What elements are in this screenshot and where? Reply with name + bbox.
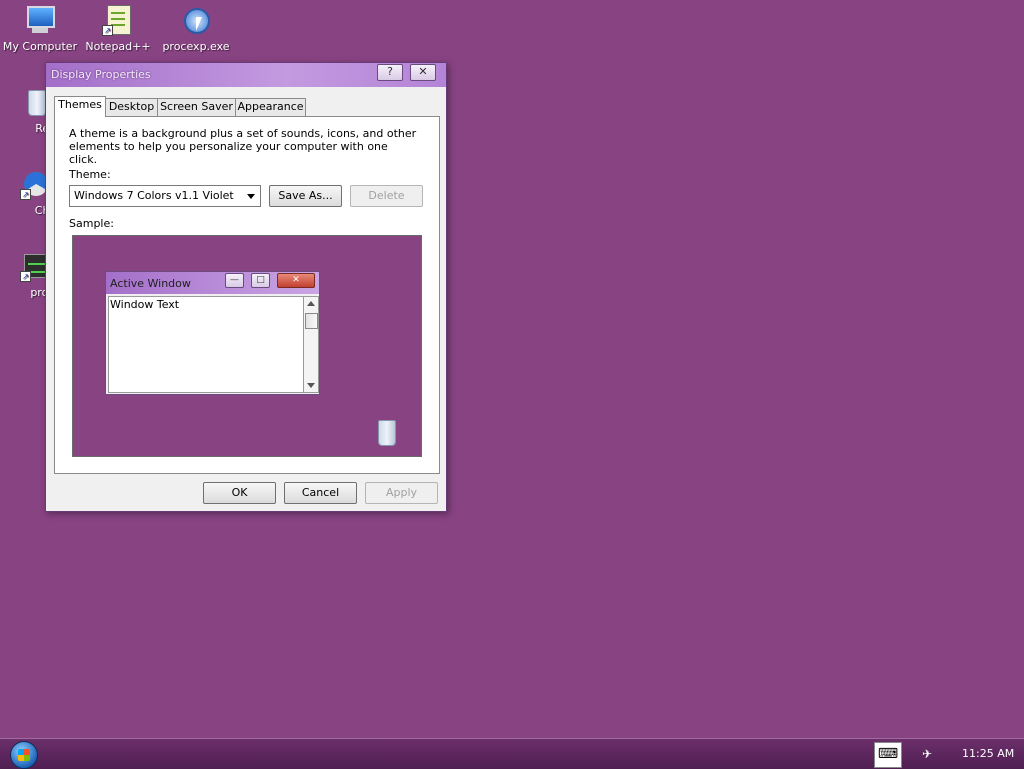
tab-desktop[interactable]: Desktop (105, 98, 158, 116)
keyboard-icon[interactable]: ⌨ (874, 742, 902, 768)
themes-panel: A theme is a background plus a set of so… (54, 116, 440, 474)
close-icon: ✕ (277, 273, 315, 288)
sample-scrollbar (303, 296, 319, 393)
tab-themes[interactable]: Themes (54, 96, 106, 117)
cancel-button[interactable]: Cancel (284, 482, 357, 504)
sample-window-body: Window Text (108, 296, 304, 393)
desktop-icon-notepad[interactable]: ↗ Notepad++ (78, 4, 158, 53)
theme-sample-preview: Active Window — □ ✕ Window Text (72, 235, 422, 457)
desktop-icon-my-computer[interactable]: My Computer (0, 4, 80, 53)
sample-active-window: Active Window — □ ✕ Window Text (105, 271, 320, 395)
tray-icon[interactable]: ✈ (922, 747, 932, 761)
theme-dropdown-value: Windows 7 Colors v1.1 Violet (74, 189, 234, 202)
theme-label: Theme: (69, 168, 111, 181)
sample-label: Sample: (69, 217, 114, 230)
shortcut-arrow-icon: ↗ (20, 189, 31, 200)
taskbar-clock[interactable]: 11:25 AM (962, 747, 1014, 760)
desktop-icon-label: procexp.exe (162, 40, 230, 53)
save-as-button[interactable]: Save As... (269, 185, 342, 207)
maximize-icon: □ (251, 273, 270, 288)
desktop-icon-label: My Computer (2, 40, 78, 53)
taskbar: ⌨ ✈ 11:25 AM (0, 738, 1024, 769)
theme-dropdown[interactable]: Windows 7 Colors v1.1 Violet (69, 185, 261, 207)
dialog-title: Display Properties (51, 68, 151, 81)
notepad-icon: ↗ (102, 4, 134, 36)
close-button[interactable]: ✕ (410, 64, 436, 81)
shortcut-arrow-icon: ↗ (102, 25, 113, 36)
help-button[interactable]: ? (377, 64, 403, 81)
scroll-down-icon (307, 383, 315, 388)
computer-icon (24, 4, 56, 36)
ok-button[interactable]: OK (203, 482, 276, 504)
sample-window-text: Window Text (110, 298, 180, 311)
chevron-down-icon[interactable] (247, 194, 255, 199)
minimize-icon: — (225, 273, 244, 288)
sample-window-titlebar: Active Window — □ ✕ (106, 272, 319, 294)
desktop-icon-label: Notepad++ (85, 40, 151, 53)
start-button[interactable] (10, 741, 38, 769)
scroll-up-icon (307, 301, 315, 306)
tab-screen-saver[interactable]: Screen Saver (157, 98, 236, 116)
sample-window-title: Active Window (110, 277, 191, 290)
display-properties-dialog: Display Properties ? ✕ Themes Desktop Sc… (45, 62, 447, 512)
recycle-bin-icon (375, 418, 397, 446)
apply-button: Apply (365, 482, 438, 504)
scroll-thumb (305, 313, 318, 329)
delete-button: Delete (350, 185, 423, 207)
mouse-cursor-icon (196, 17, 202, 31)
theme-description: A theme is a background plus a set of so… (69, 127, 417, 166)
shortcut-arrow-icon: ↗ (20, 271, 31, 282)
tab-appearance[interactable]: Appearance (235, 98, 306, 116)
dialog-titlebar[interactable]: Display Properties ? ✕ (46, 63, 446, 87)
